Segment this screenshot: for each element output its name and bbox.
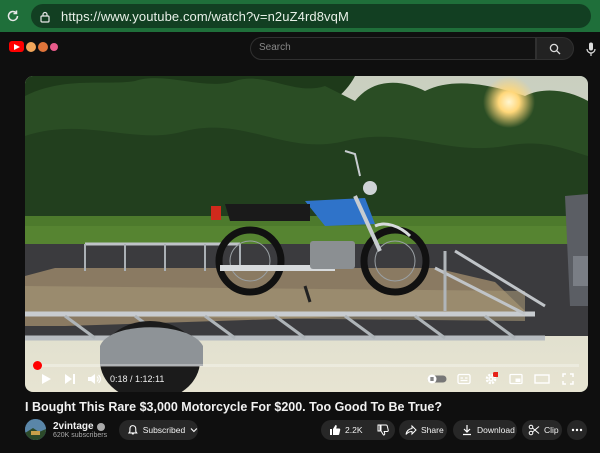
settings-icon (485, 372, 498, 385)
theater-mode-button[interactable] (533, 371, 551, 387)
youtube-logo[interactable] (9, 41, 58, 52)
volume-button[interactable] (86, 371, 102, 387)
download-icon (463, 425, 471, 436)
search-button[interactable] (536, 37, 574, 60)
download-label: Download (477, 425, 515, 435)
play-icon (42, 374, 51, 384)
address-bar[interactable]: https://www.youtube.com/watch?v=n2uZ4rd8… (31, 4, 591, 28)
search-icon (549, 43, 561, 54)
avatar-image (25, 419, 46, 440)
fullscreen-icon (562, 373, 574, 385)
video-player[interactable]: 0:18 / 1:12:11 (25, 76, 588, 392)
subtitles-button[interactable] (456, 371, 472, 387)
download-button[interactable]: Download (453, 420, 517, 440)
next-button[interactable] (62, 371, 78, 387)
player-controls: 0:18 / 1:12:11 (25, 361, 588, 392)
dislike-icon (377, 424, 389, 436)
clip-button[interactable]: Clip (522, 420, 562, 440)
doodle-dot-icon (38, 41, 48, 52)
lock-icon[interactable] (39, 10, 51, 23)
more-icon (571, 428, 583, 432)
microphone-icon[interactable] (586, 42, 596, 56)
bell-icon (127, 425, 138, 435)
chevron-down-icon (190, 428, 198, 433)
like-count: 2.2K (345, 425, 363, 435)
fullscreen-button[interactable] (560, 371, 576, 387)
channel-avatar[interactable] (25, 419, 46, 440)
volume-icon (88, 374, 101, 384)
autoplay-toggle[interactable] (427, 371, 447, 387)
subscriber-count: 620K subscribers (53, 432, 108, 439)
miniplayer-icon (509, 373, 523, 385)
channel-name-text[interactable]: 2vintage (53, 421, 94, 432)
share-label: Share (421, 425, 444, 435)
scissors-icon (528, 424, 540, 436)
settings-button[interactable] (482, 371, 500, 387)
more-actions-button[interactable] (567, 420, 587, 440)
play-button[interactable] (38, 371, 54, 387)
next-icon (65, 374, 75, 384)
like-icon (330, 425, 341, 435)
browser-toolbar: https://www.youtube.com/watch?v=n2uZ4rd8… (0, 0, 600, 32)
time-display: 0:18 / 1:12:11 (110, 374, 165, 384)
dislike-button[interactable] (371, 420, 397, 440)
share-button[interactable]: Share (399, 420, 447, 440)
share-icon (405, 424, 417, 436)
youtube-header: Search (0, 32, 600, 64)
doodle-dot-icon (26, 41, 36, 52)
autoplay-toggle-icon (427, 374, 447, 384)
theater-icon (534, 374, 550, 384)
doodle-dot-icon (50, 42, 58, 51)
subscribed-label: Subscribed (142, 425, 186, 435)
youtube-play-logo-icon (9, 41, 24, 52)
scrubber-handle[interactable] (33, 361, 42, 370)
miniplayer-button[interactable] (508, 371, 524, 387)
clip-label: Clip (544, 425, 559, 435)
verified-badge-icon (96, 422, 105, 431)
like-dislike-group: 2.2K (321, 420, 395, 440)
video-title: I Bought This Rare $3,000 Motorcycle For… (25, 400, 442, 414)
channel-name[interactable]: 2vintage (53, 421, 105, 432)
progress-bar[interactable] (33, 361, 579, 370)
like-button[interactable]: 2.2K (321, 420, 371, 440)
search-input[interactable]: Search (250, 37, 536, 60)
video-frame (25, 76, 588, 392)
url-text[interactable]: https://www.youtube.com/watch?v=n2uZ4rd8… (61, 9, 349, 24)
subscribed-button[interactable]: Subscribed (119, 420, 198, 440)
reload-icon[interactable] (6, 9, 20, 23)
subtitles-icon (457, 373, 471, 385)
search-placeholder: Search (259, 42, 291, 53)
